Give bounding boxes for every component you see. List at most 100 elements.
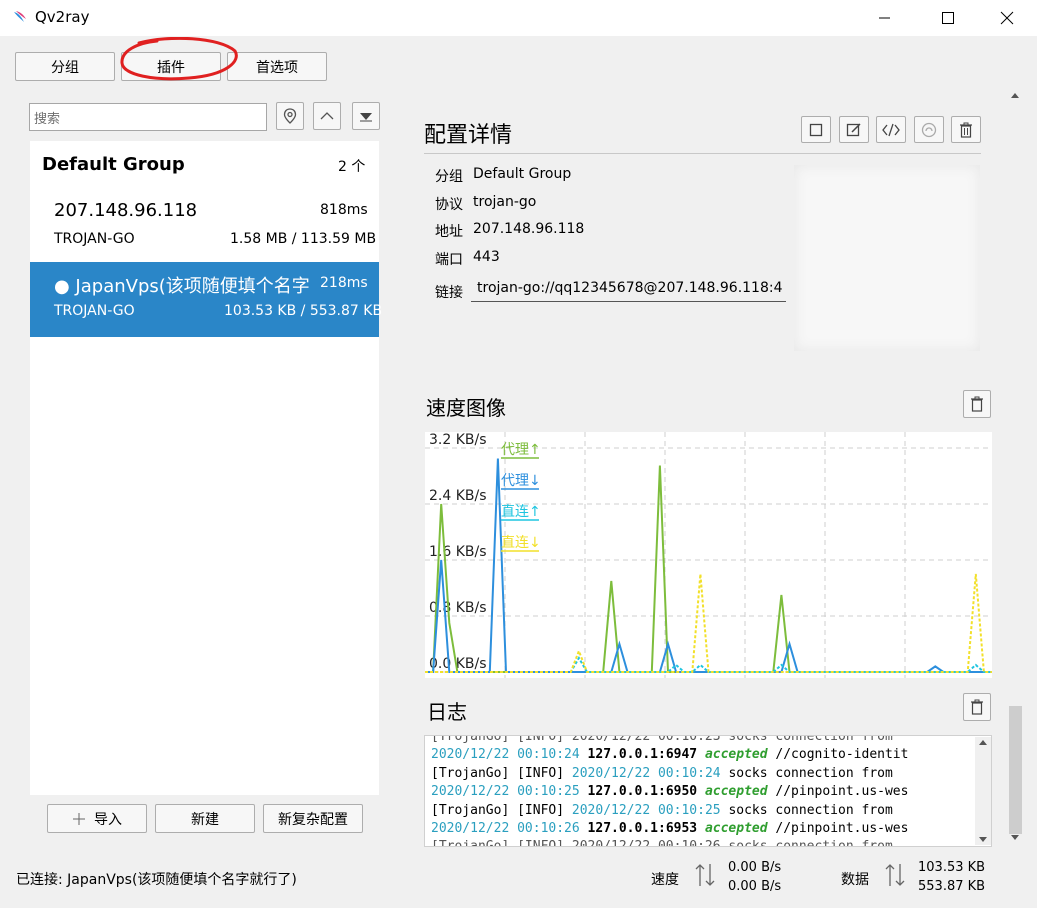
minimize-icon (879, 17, 890, 19)
plus-icon (73, 812, 85, 825)
download-speed: 0.00 B/s (728, 879, 782, 894)
edit-json-button[interactable] (876, 116, 906, 143)
latency-icon (921, 122, 937, 137)
server-usage: 1.58 MB / 113.59 MB (230, 231, 377, 247)
location-pin-icon (283, 108, 297, 124)
server-protocol: TROJAN-GO (54, 303, 135, 319)
up-down-arrows-icon (695, 864, 715, 886)
up-down-arrows-icon (885, 864, 905, 886)
log-token: 2020/12/22 00:10:24 (571, 765, 729, 781)
qr-code-image (794, 165, 980, 351)
log-line: 2020/12/22 00:10:24 127.0.0.1:6947 accep… (431, 747, 908, 762)
chevron-down-filled-icon (360, 113, 372, 122)
protocol-label: 协议 (435, 197, 463, 213)
edit-icon (846, 122, 861, 136)
log-line: [TrojanGo] [INFO] 2020/12/22 00:10:26 so… (431, 839, 893, 847)
address-label: 地址 (435, 224, 463, 240)
log-token: //cognito-identit (767, 747, 909, 763)
group-value: Default Group (473, 166, 572, 182)
trash-icon (971, 699, 983, 715)
log-scrollbar[interactable] (975, 737, 991, 845)
close-button[interactable] (984, 0, 1030, 36)
legend-label: 直连↓ (501, 534, 541, 551)
chevron-up-icon (320, 112, 334, 120)
log-token: //pinpoint.us-wes (767, 821, 909, 836)
uploaded-data: 103.53 KB (918, 860, 986, 875)
maximize-icon (942, 12, 954, 24)
legend-label: 代理↑ (501, 442, 541, 458)
protocol-value: trojan-go (473, 194, 537, 210)
collapse-button[interactable] (313, 102, 341, 130)
log-token: [TrojanGo] [INFO] (431, 802, 572, 818)
log-token: accepted (704, 747, 768, 763)
group-button[interactable]: 分组 (15, 52, 115, 81)
close-icon (1000, 11, 1014, 25)
log-line: [TrojanGo] [INFO] 2020/12/22 00:10:24 so… (431, 766, 893, 781)
address-value: 207.148.96.118 (473, 221, 585, 237)
downloaded-data: 553.87 KB (918, 879, 986, 894)
minimize-button[interactable] (862, 0, 908, 36)
maximize-button[interactable] (925, 0, 971, 36)
preferences-button[interactable]: 首选项 (227, 52, 327, 81)
server-latency: 818ms (320, 202, 368, 218)
server-protocol: TROJAN-GO (54, 231, 135, 247)
log-token: [TrojanGo] [INFO] 2020/12/22 00:10:26 so… (431, 839, 893, 847)
group-label: 分组 (435, 169, 463, 185)
clear-log-button[interactable] (963, 693, 991, 721)
legend-label: 直连↑ (501, 503, 541, 520)
port-value: 443 (473, 249, 500, 265)
window-title: Qv2ray (35, 8, 90, 26)
import-button[interactable]: 导入 (47, 804, 147, 833)
log-token: 2020/12/22 00:10:24 (431, 747, 588, 763)
log-token: accepted (704, 784, 768, 800)
server-name[interactable]: ● JapanVps(该项随便填个名字 (54, 272, 310, 298)
delete-button[interactable] (951, 116, 981, 143)
upload-speed: 0.00 B/s (728, 860, 782, 875)
log-token: [TrojanGo] [INFO] (431, 765, 572, 781)
code-icon (882, 123, 900, 136)
share-link-field[interactable]: trojan-go://qq12345678@207.148.96.118:4 (471, 278, 786, 302)
server-usage: 103.53 KB / 553.87 KB (224, 303, 383, 319)
log-token: 127.0.0.1:6947 (587, 747, 705, 763)
expand-button[interactable] (352, 102, 380, 130)
trash-icon (960, 122, 972, 138)
details-title: 配置详情 (424, 123, 513, 148)
log-token: socks connection from (728, 765, 893, 781)
log-line: 2020/12/22 00:10:26 127.0.0.1:6953 accep… (431, 821, 908, 836)
scroll-arrows-icon (979, 740, 987, 842)
trash-icon (971, 396, 983, 412)
port-label: 端口 (435, 252, 463, 268)
server-latency: 218ms (320, 275, 368, 291)
divider (424, 153, 981, 154)
log-token: 127.0.0.1:6953 (587, 821, 705, 836)
group-name[interactable]: Default Group (42, 154, 185, 175)
red-annotation-circle (120, 37, 238, 81)
new-complex-button[interactable]: 新复杂配置 (263, 804, 363, 833)
y-tick-label: 2.4 KB/s (429, 488, 487, 504)
log-line: 2020/12/22 00:10:25 127.0.0.1:6950 accep… (431, 784, 908, 799)
import-label: 导入 (94, 811, 122, 828)
clear-speed-button[interactable] (963, 390, 991, 418)
qv2ray-logo-icon (14, 11, 26, 22)
scrollbar-thumb[interactable] (1009, 706, 1022, 834)
log-token: accepted (704, 821, 768, 836)
log-line: [TrojanGo] [INFO] 2020/12/22 00:10:23 so… (431, 736, 893, 744)
server-name[interactable]: 207.148.96.118 (54, 200, 197, 221)
speed-chart-title: 速度图像 (426, 396, 506, 420)
square-icon (809, 123, 823, 136)
log-view[interactable]: [TrojanGo] [INFO] 2020/12/22 00:10:23 so… (424, 735, 992, 847)
locate-button[interactable] (276, 102, 304, 130)
group-count: 2 个 (338, 159, 366, 175)
log-title: 日志 (427, 700, 467, 724)
log-line: [TrojanGo] [INFO] 2020/12/22 00:10:25 so… (431, 803, 893, 818)
log-token: 2020/12/22 00:10:25 (431, 784, 588, 800)
log-token: 127.0.0.1:6950 (587, 784, 705, 800)
new-button[interactable]: 新建 (155, 804, 255, 833)
speed-chart: 3.2 KB/s2.4 KB/s1.6 KB/s0.8 KB/s0.0 KB/s… (425, 432, 992, 678)
stop-button[interactable] (801, 116, 831, 143)
log-token: socks connection from (728, 802, 893, 818)
latency-test-button[interactable] (914, 116, 944, 143)
edit-button[interactable] (839, 116, 869, 143)
search-input[interactable]: 搜索 (29, 103, 267, 131)
log-token: 2020/12/22 00:10:25 (571, 802, 729, 818)
